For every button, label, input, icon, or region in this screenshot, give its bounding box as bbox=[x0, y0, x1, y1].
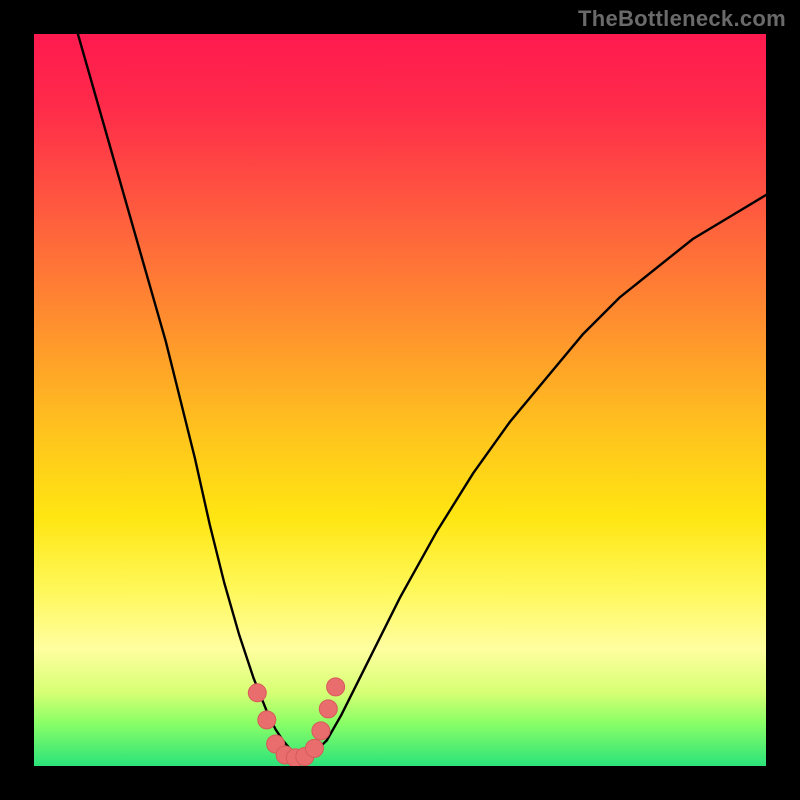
curve-marker bbox=[327, 678, 345, 696]
curve-marker bbox=[248, 684, 266, 702]
curve-layer bbox=[34, 34, 766, 766]
curve-marker bbox=[305, 739, 323, 757]
bottleneck-curve bbox=[78, 34, 766, 757]
curve-marker bbox=[312, 722, 330, 740]
curve-marker bbox=[258, 711, 276, 729]
watermark-text: TheBottleneck.com bbox=[578, 6, 786, 32]
plot-area bbox=[34, 34, 766, 766]
curve-marker bbox=[319, 700, 337, 718]
chart-frame: TheBottleneck.com bbox=[0, 0, 800, 800]
